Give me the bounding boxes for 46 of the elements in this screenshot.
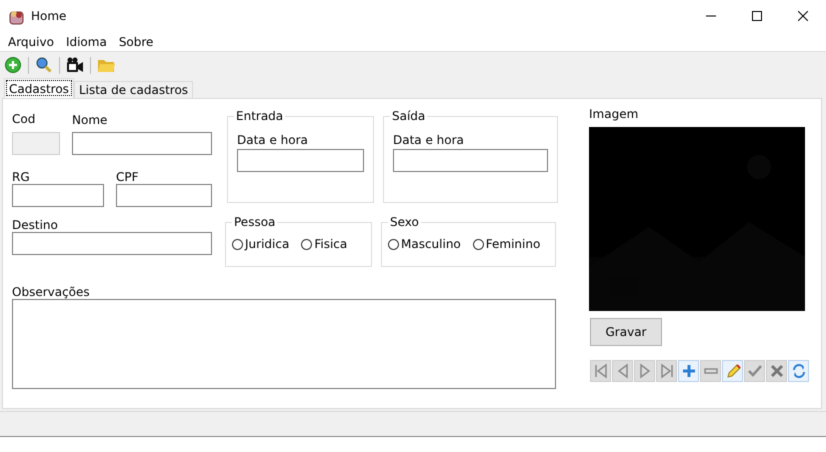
refresh-icon	[790, 363, 806, 379]
search-icon[interactable]	[35, 56, 53, 74]
video-camera-icon[interactable]	[66, 56, 84, 74]
field-label: Nome	[72, 113, 108, 129]
first-record-icon	[592, 363, 608, 379]
menu-item[interactable]: Sobre	[112, 34, 160, 48]
group-title: Sexo	[388, 215, 421, 229]
field-label: Data e hora	[237, 133, 309, 147]
radio-button[interactable]: Juridica	[232, 237, 290, 251]
window-title: Home	[31, 9, 66, 23]
field-label: Observações	[12, 285, 90, 299]
text-field[interactable]	[116, 184, 212, 207]
text-area[interactable]	[12, 299, 556, 389]
text-field[interactable]	[237, 149, 364, 172]
text-field[interactable]	[12, 184, 104, 207]
navigator-button[interactable]	[722, 360, 743, 382]
text-field[interactable]	[12, 232, 212, 255]
maximize-icon	[752, 11, 762, 21]
radio-button[interactable]: Fisica	[301, 237, 348, 251]
tab[interactable]: Cadastros	[4, 78, 74, 98]
group-title: Entrada	[234, 109, 286, 123]
add-icon[interactable]	[4, 56, 22, 74]
field-label: CPF	[116, 170, 139, 184]
field-label: Data e hora	[393, 133, 465, 147]
pencil-icon	[724, 363, 740, 379]
field-label: RG	[12, 170, 30, 184]
close-icon	[798, 11, 808, 21]
last-record-icon	[658, 363, 674, 379]
radio-button[interactable]: Masculino	[388, 237, 461, 251]
group-title: Pessoa	[232, 215, 278, 229]
cross-icon	[768, 363, 784, 379]
checkmark-icon	[746, 363, 762, 379]
field-label: Destino	[12, 218, 58, 232]
image-label: Imagem	[589, 107, 638, 121]
menu-item[interactable]: Arquivo	[2, 34, 60, 48]
text-field[interactable]	[393, 149, 548, 172]
radio-button[interactable]: Feminino	[472, 237, 540, 251]
group-title: Saída	[390, 109, 428, 123]
plus-icon	[680, 363, 696, 379]
text-field[interactable]	[72, 132, 212, 155]
save-button[interactable]: Gravar	[590, 318, 662, 346]
menu-item[interactable]: Idioma	[60, 34, 113, 48]
tab[interactable]: Lista de cadastros	[74, 81, 194, 98]
navigator-button[interactable]	[678, 360, 699, 382]
navigator-button[interactable]	[788, 360, 809, 382]
field-label: Cod	[12, 112, 36, 128]
